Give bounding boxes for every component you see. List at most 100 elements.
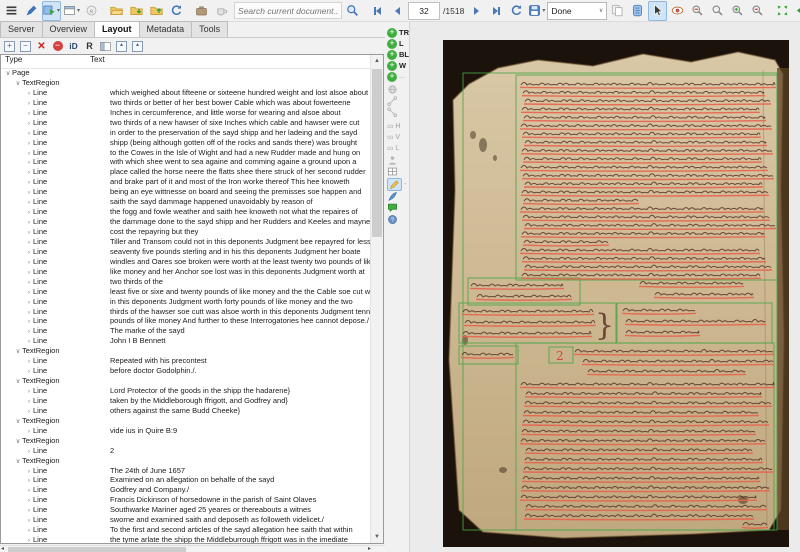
add-word-button[interactable]: +W bbox=[387, 60, 406, 71]
chevron-right-icon[interactable]: › bbox=[25, 308, 33, 317]
zoom-in-button[interactable] bbox=[728, 1, 747, 21]
search-button[interactable] bbox=[343, 1, 362, 21]
select-tool-button[interactable] bbox=[648, 1, 667, 21]
chevron-right-icon[interactable]: › bbox=[25, 268, 33, 277]
reload-page-button[interactable] bbox=[507, 1, 526, 21]
chevron-down-icon[interactable]: ∨ bbox=[14, 417, 22, 426]
tree-row[interactable]: ∨Page bbox=[1, 68, 371, 78]
first-page-button[interactable] bbox=[368, 1, 387, 21]
table-tool-button[interactable] bbox=[387, 166, 398, 177]
tree-row[interactable]: ›LineInches in cercumference, and little… bbox=[1, 108, 371, 118]
collapse-all-button[interactable]: − bbox=[20, 41, 31, 52]
chevron-right-icon[interactable]: › bbox=[25, 149, 33, 158]
chevron-down-icon[interactable]: ∨ bbox=[4, 69, 12, 78]
chevron-right-icon[interactable]: › bbox=[25, 298, 33, 307]
tree-row[interactable]: ›Linetwo thirds or better of her best bo… bbox=[1, 98, 371, 108]
tree-row[interactable]: ∨TextRegion bbox=[1, 456, 371, 466]
tree-row[interactable]: ›Linewith which shee went to sea againe … bbox=[1, 157, 371, 167]
scrollbar-thumb[interactable] bbox=[8, 547, 186, 552]
chevron-right-icon[interactable]: › bbox=[25, 506, 33, 515]
chevron-right-icon[interactable]: › bbox=[25, 238, 33, 247]
merge-shape-button[interactable] bbox=[387, 107, 398, 118]
chevron-right-icon[interactable]: › bbox=[25, 158, 33, 167]
tree-row[interactable]: ›LineFrancis Dickinson of horsedowne in … bbox=[1, 495, 371, 505]
status-dropdown[interactable]: Done∨ bbox=[547, 2, 607, 20]
move-up-button[interactable]: ▴ bbox=[116, 41, 127, 52]
save-button[interactable]: ▾ bbox=[527, 1, 546, 21]
transcript-view-button[interactable] bbox=[628, 1, 647, 21]
visibility-button[interactable] bbox=[668, 1, 687, 21]
link-line-button[interactable]: ∞L bbox=[387, 143, 399, 154]
chevron-right-icon[interactable]: › bbox=[25, 99, 33, 108]
chevron-right-icon[interactable]: › bbox=[25, 288, 33, 297]
tree-row[interactable]: ›Linelike money and her Anchor soe lost … bbox=[1, 267, 371, 277]
tree-row[interactable]: ›LineRepeated with his precontest bbox=[1, 356, 371, 366]
copy-transcript-button[interactable] bbox=[608, 1, 627, 21]
tree-row[interactable]: ›Lineleast five or sixe and twenty pound… bbox=[1, 287, 371, 297]
chevron-right-icon[interactable]: › bbox=[25, 198, 33, 207]
import-document-button[interactable] bbox=[127, 1, 146, 21]
tree-row[interactable]: ›Linetwo thirds of a new hawser of sixe … bbox=[1, 118, 371, 128]
chevron-right-icon[interactable]: › bbox=[25, 129, 33, 138]
chevron-right-icon[interactable]: › bbox=[25, 496, 33, 505]
split-view-button[interactable] bbox=[100, 41, 111, 52]
reload-collection-button[interactable] bbox=[167, 1, 186, 21]
versions-button[interactable] bbox=[212, 1, 231, 21]
manuscript-image[interactable]: }2 bbox=[443, 40, 789, 547]
horizontal-scrollbar[interactable]: ◂ ▸ bbox=[0, 545, 385, 552]
add-textregion-button[interactable]: +TR bbox=[387, 27, 409, 38]
globe-tool-button[interactable] bbox=[387, 84, 398, 95]
tree-row[interactable]: ›Linethirds of the hawser soe cutt was a… bbox=[1, 307, 371, 317]
tree-row[interactable]: ›LineThe marke of the sayd bbox=[1, 326, 371, 336]
zoom-out-button[interactable] bbox=[748, 1, 767, 21]
tree-row[interactable]: ∨TextRegion bbox=[1, 436, 371, 446]
tree-row[interactable]: ›Linecost the repayring but they bbox=[1, 227, 371, 237]
tree-row[interactable]: ›Linevide ius in Quire B:9 bbox=[1, 426, 371, 436]
chevron-right-icon[interactable]: › bbox=[25, 357, 33, 366]
expand-all-button[interactable]: + bbox=[4, 41, 15, 52]
tree-row[interactable]: ∨TextRegion bbox=[1, 416, 371, 426]
chevron-right-icon[interactable]: › bbox=[25, 427, 33, 436]
scroll-left-icon[interactable]: ◂ bbox=[1, 546, 4, 552]
tree-row[interactable]: ›Linetwo thirds of the bbox=[1, 277, 371, 287]
next-page-button[interactable] bbox=[467, 1, 486, 21]
tree-row[interactable]: ›LineSouthwarke Mariner aged 25 yeares o… bbox=[1, 505, 371, 515]
add-line-button[interactable]: +L bbox=[387, 38, 404, 49]
chevron-right-icon[interactable]: › bbox=[25, 317, 33, 326]
main-menu-button[interactable] bbox=[2, 1, 21, 21]
window-layout-button[interactable]: ▾ bbox=[62, 1, 81, 21]
tree-row[interactable]: ∨TextRegion bbox=[1, 346, 371, 356]
chevron-right-icon[interactable]: › bbox=[25, 218, 33, 227]
tree-row[interactable]: ›Linein this deponents Judgment worth fo… bbox=[1, 297, 371, 307]
tree-row[interactable]: ›Linepounds of like money And further to… bbox=[1, 316, 371, 326]
tree-row[interactable]: ›Lineand brake part of it and most of th… bbox=[1, 177, 371, 187]
tree-row[interactable]: ›LineExamined on an allegation on behalf… bbox=[1, 475, 371, 485]
fit-page-button[interactable] bbox=[773, 1, 792, 21]
embed-button[interactable]: e bbox=[82, 1, 101, 21]
chevron-down-icon[interactable]: ∨ bbox=[14, 457, 22, 466]
vertical-scrollbar[interactable]: ▲ ▼ bbox=[370, 55, 383, 543]
chevron-right-icon[interactable]: › bbox=[25, 327, 33, 336]
page-number-input[interactable] bbox=[408, 2, 440, 20]
chevron-down-icon[interactable]: ∨ bbox=[14, 347, 22, 356]
tree-row[interactable]: ›Linein order to the preservation of the… bbox=[1, 128, 371, 138]
zoom-select-button[interactable] bbox=[708, 1, 727, 21]
tree-row[interactable]: ›Lineshipp (being although gotten off of… bbox=[1, 138, 371, 148]
tab-layout[interactable]: Layout bbox=[94, 21, 140, 37]
tree-row[interactable]: ›LineTo the first and second articles of… bbox=[1, 525, 371, 535]
chevron-right-icon[interactable]: › bbox=[25, 168, 33, 177]
split-shape-button[interactable] bbox=[387, 96, 398, 107]
chevron-right-icon[interactable]: › bbox=[25, 139, 33, 148]
tab-metadata[interactable]: Metadata bbox=[139, 21, 193, 37]
tree-row[interactable]: ›Linesaith the sayd dammage happened una… bbox=[1, 197, 371, 207]
tree-row[interactable]: ›Linethe dammage done to the sayd shipp … bbox=[1, 217, 371, 227]
chevron-right-icon[interactable]: › bbox=[25, 447, 33, 456]
column-header-type[interactable]: Type bbox=[1, 55, 90, 68]
chevron-right-icon[interactable]: › bbox=[25, 476, 33, 485]
tree-row[interactable]: ›Linebeing an eye wittnesse on board and… bbox=[1, 187, 371, 197]
chevron-down-icon[interactable]: ∨ bbox=[14, 377, 22, 386]
chevron-down-icon[interactable]: ∨ bbox=[14, 437, 22, 446]
scroll-up-icon[interactable]: ▲ bbox=[371, 55, 383, 67]
tree-row[interactable]: ›LineTiller and Transom could not in thi… bbox=[1, 237, 371, 247]
scrollbar-thumb[interactable] bbox=[372, 69, 382, 237]
